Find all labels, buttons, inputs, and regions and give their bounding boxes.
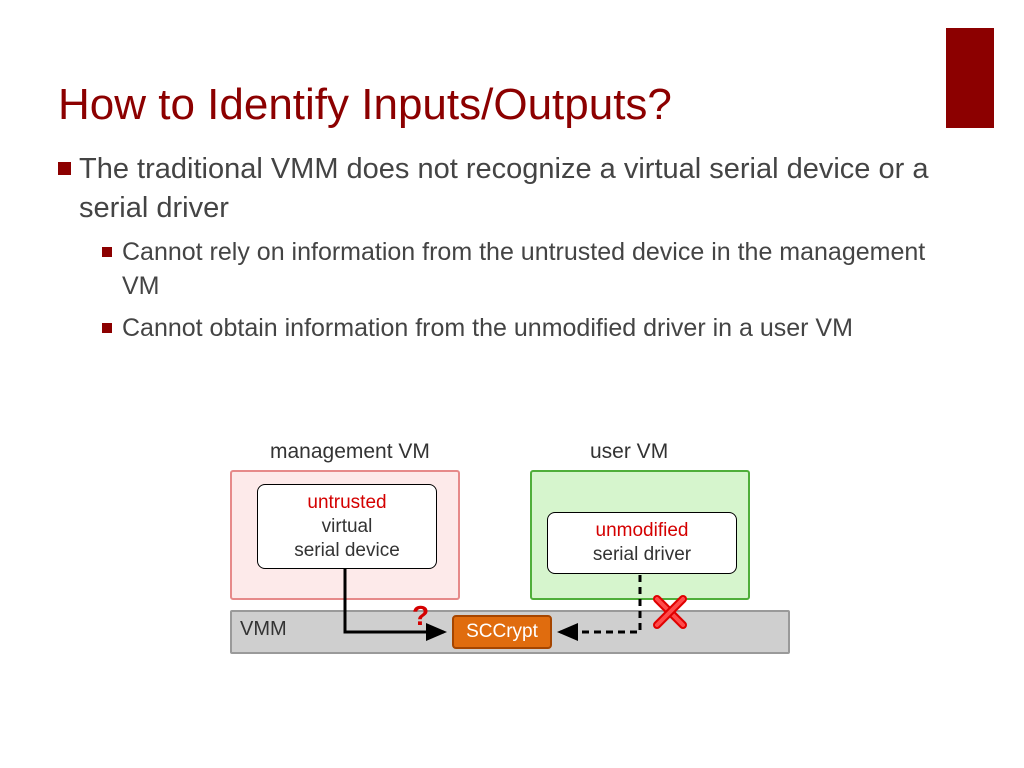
user-vm-box: unmodified serial driver xyxy=(530,470,750,600)
bullet-text: The traditional VMM does not recognize a… xyxy=(79,150,964,228)
unmodified-label: unmodified xyxy=(596,520,689,541)
serial-driver-box: unmodified serial driver xyxy=(547,512,737,574)
accent-block xyxy=(946,28,994,128)
bullet-level2: Cannot rely on information from the untr… xyxy=(102,236,964,304)
vmm-bar: VMM SCCrypt xyxy=(230,610,790,654)
user-inner-l2: serial driver xyxy=(593,544,691,565)
vmm-label: VMM xyxy=(240,618,287,641)
mgmt-inner-l2: virtual xyxy=(322,516,373,537)
mgmt-vm-box: untrusted virtual serial device xyxy=(230,470,460,600)
bullet-level1: The traditional VMM does not recognize a… xyxy=(58,150,964,228)
bullet-text: Cannot obtain information from the unmod… xyxy=(122,312,853,346)
bullet-marker xyxy=(102,323,112,333)
bullet-text: Cannot rely on information from the untr… xyxy=(122,236,964,304)
bullet-level2: Cannot obtain information from the unmod… xyxy=(102,312,964,346)
slide-title: How to Identify Inputs/Outputs? xyxy=(58,80,672,130)
untrusted-label: untrusted xyxy=(307,492,386,513)
virtual-serial-device-box: untrusted virtual serial device xyxy=(257,484,437,569)
mgmt-inner-l3: serial device xyxy=(294,540,400,561)
mgmt-vm-label: management VM xyxy=(270,440,430,464)
diagram: management VM user VM untrusted virtual … xyxy=(230,440,790,670)
user-vm-label: user VM xyxy=(590,440,668,464)
bullet-marker xyxy=(102,247,112,257)
sccrypt-box: SCCrypt xyxy=(452,615,552,649)
question-mark: ? xyxy=(412,600,429,632)
content-area: The traditional VMM does not recognize a… xyxy=(58,150,964,350)
bullet-marker xyxy=(58,162,71,175)
